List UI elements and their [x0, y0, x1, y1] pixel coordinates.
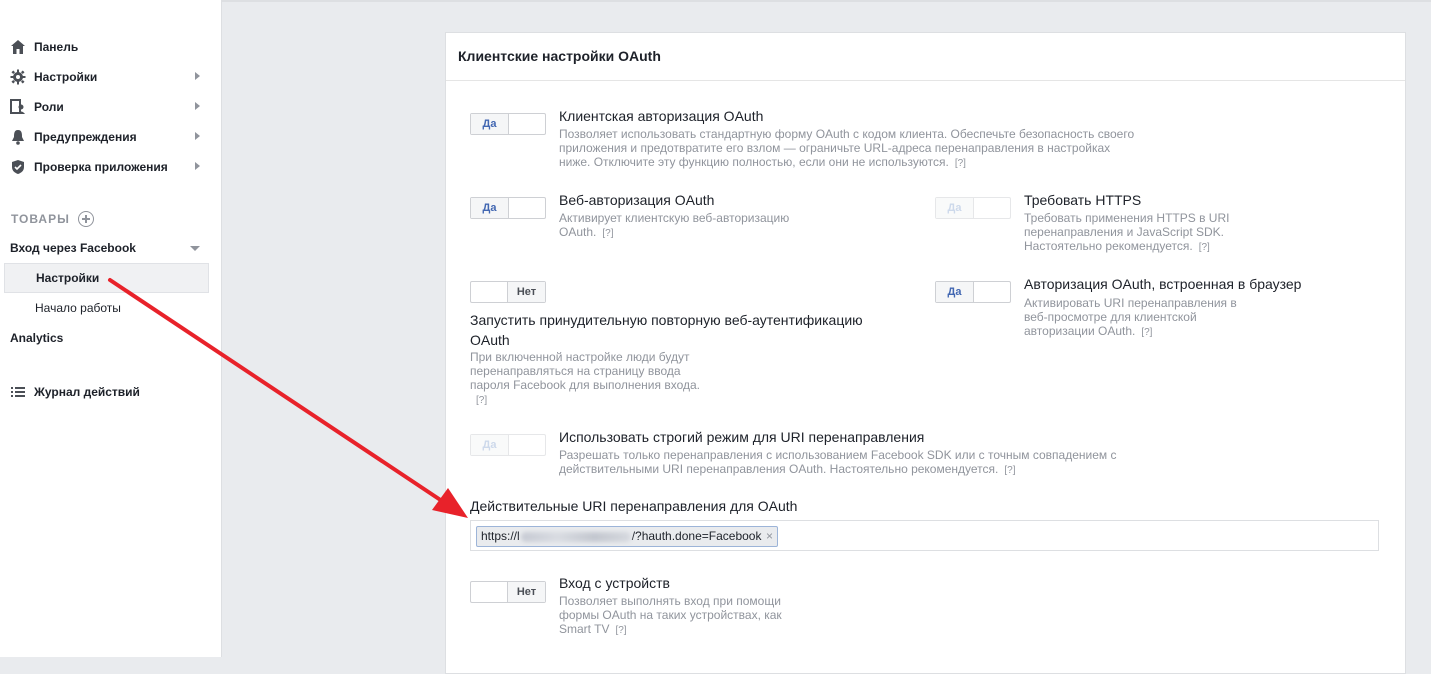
sidebar-item-label: Предупреждения: [34, 130, 137, 144]
sidebar-item-activity-log[interactable]: Журнал действий: [10, 381, 206, 403]
sidebar-item-label: Панель: [34, 40, 79, 54]
embedded-oauth-desc: Активировать URI перенаправления в веб-п…: [1024, 296, 1237, 338]
help-link[interactable]: [?]: [615, 625, 626, 636]
redirect-uris-input[interactable]: https://l/?hauth.done=Facebook ×: [470, 520, 1379, 551]
https-title: Требовать HTTPS: [1024, 192, 1142, 208]
sidebar-item-label: Настройки: [34, 70, 98, 84]
redirect-uri-token[interactable]: https://l/?hauth.done=Facebook ×: [476, 526, 778, 547]
web-oauth-desc: Активирует клиентскую веб-авторизацию OA…: [559, 211, 790, 239]
chevron-right-icon: [195, 72, 200, 80]
gear-icon: [10, 69, 26, 85]
device-login-title: Вход с устройств: [559, 575, 670, 591]
toggle-yes-label: Да: [471, 114, 509, 134]
top-divider: [221, 0, 1431, 2]
sidebar-subitem-getting-started[interactable]: Начало работы: [4, 293, 209, 323]
reauth-desc: При включенной настройке люди будут пере…: [470, 350, 700, 406]
sidebar-item-analytics[interactable]: Analytics: [10, 327, 206, 349]
help-link[interactable]: [?]: [476, 395, 487, 406]
toggle-yes-label: Да: [471, 435, 509, 455]
toggle-no-label: Нет: [507, 582, 545, 602]
sidebar-item-label: Журнал действий: [34, 385, 140, 399]
redacted-text: [520, 531, 631, 542]
toggle-yes-label: Да: [471, 198, 509, 218]
sidebar-item-label: Вход через Facebook: [10, 241, 136, 255]
chevron-right-icon: [195, 132, 200, 140]
web-oauth-title: Веб-авторизация OAuth: [559, 192, 715, 208]
help-link[interactable]: [?]: [1199, 242, 1210, 253]
products-section-title: ТОВАРЫ: [11, 211, 94, 227]
strict-mode-toggle[interactable]: Да: [470, 434, 546, 456]
client-oauth-title: Клиентская авторизация OAuth: [559, 108, 764, 124]
chevron-right-icon: [195, 162, 200, 170]
sidebar-item-label: Роли: [34, 100, 64, 114]
help-link[interactable]: [?]: [1141, 327, 1152, 338]
card-title: Клиентские настройки OAuth: [446, 33, 1405, 81]
sidebar-item-label: Проверка приложения: [34, 160, 168, 174]
add-product-icon[interactable]: [77, 211, 94, 227]
https-desc: Требовать применения HTTPS в URI перенап…: [1024, 211, 1230, 253]
embedded-oauth-toggle[interactable]: Да: [935, 281, 1011, 303]
reauth-title: Запустить принудительную повторную веб-а…: [470, 312, 863, 348]
chevron-right-icon: [195, 102, 200, 110]
sidebar-item-roles[interactable]: Роли: [10, 96, 206, 118]
chevron-down-icon: [190, 246, 200, 251]
list-icon: [10, 384, 26, 400]
sidebar-item-label: Analytics: [10, 331, 64, 345]
help-link[interactable]: [?]: [955, 158, 966, 169]
reauth-toggle[interactable]: Нет: [470, 281, 546, 303]
close-icon[interactable]: ×: [766, 527, 773, 546]
client-oauth-toggle[interactable]: Да: [470, 113, 546, 135]
sidebar-item-app-review[interactable]: Проверка приложения: [10, 156, 206, 178]
sidebar-item-dashboard[interactable]: Панель: [10, 36, 206, 58]
toggle-no-label: Нет: [507, 282, 545, 302]
sidebar: Панель Настройки Роли Предупреждения Про…: [0, 0, 222, 657]
https-toggle[interactable]: Да: [935, 197, 1011, 219]
client-oauth-desc: Позволяет использовать стандартную форму…: [559, 127, 1135, 169]
roles-icon: [10, 99, 26, 115]
sidebar-item-settings[interactable]: Настройки: [10, 66, 206, 88]
sidebar-item-facebook-login[interactable]: Вход через Facebook: [10, 237, 206, 259]
help-link[interactable]: [?]: [1004, 465, 1015, 476]
device-login-toggle[interactable]: Нет: [470, 581, 546, 603]
help-link[interactable]: [?]: [602, 228, 613, 239]
home-icon: [10, 39, 26, 55]
shield-icon: [10, 159, 26, 175]
sidebar-item-alerts[interactable]: Предупреждения: [10, 126, 206, 148]
device-login-desc: Позволяет выполнять вход при помощи форм…: [559, 594, 782, 636]
toggle-yes-label: Да: [936, 282, 974, 302]
strict-mode-title: Использовать строгий режим для URI перен…: [559, 429, 925, 445]
redirect-uris-label: Действительные URI перенаправления для O…: [470, 498, 798, 514]
strict-mode-desc: Разрешать только перенаправления с испол…: [559, 448, 1117, 476]
toggle-yes-label: Да: [936, 198, 974, 218]
sidebar-subitem-settings[interactable]: Настройки: [4, 263, 209, 293]
web-oauth-toggle[interactable]: Да: [470, 197, 546, 219]
embedded-oauth-title: Авторизация OAuth, встроенная в браузер: [1024, 276, 1302, 292]
bell-icon: [10, 129, 26, 145]
